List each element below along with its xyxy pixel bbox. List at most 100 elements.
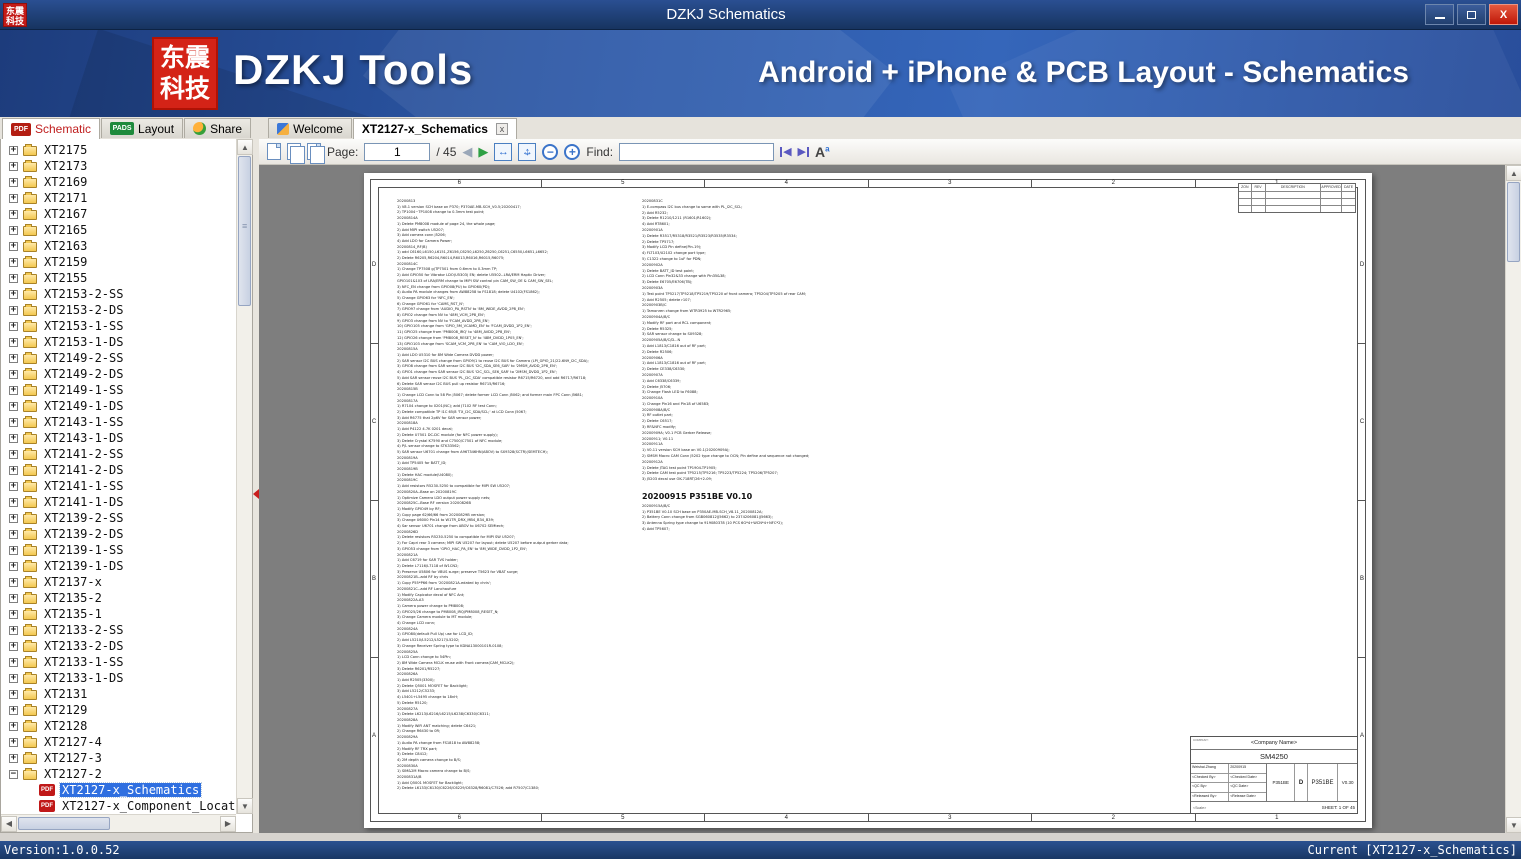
viewer-vertical-scrollbar[interactable]: ▲ ▼ [1505,165,1521,833]
page-number-input[interactable] [364,142,431,161]
previous-page-icon[interactable]: ◀ [462,145,472,158]
sidebar-folder-item[interactable]: + XT2128 [1,718,236,734]
scroll-right-icon[interactable]: ▶ [220,815,236,832]
scroll-up-icon[interactable]: ▲ [237,139,253,155]
expand-toggle-icon[interactable]: + [9,385,18,395]
expand-toggle-icon[interactable]: + [9,705,18,715]
expand-toggle-icon[interactable]: + [9,657,18,667]
expand-toggle-icon[interactable]: + [9,497,18,507]
expand-toggle-icon[interactable]: + [9,689,18,699]
expand-toggle-icon[interactable]: + [9,257,18,267]
scroll-down-icon[interactable]: ▼ [237,798,253,814]
fit-page-icon[interactable]: ↔ ↕ [518,142,537,161]
find-input[interactable] [619,142,775,161]
sidebar-folder-item[interactable]: + XT2133-2-SS [1,622,236,638]
pdf-viewer-canvas[interactable]: 654321 654321 DCBA DCBA 202008131) V8.1 … [259,165,1521,833]
expand-toggle-icon[interactable]: + [9,337,18,347]
find-previous-icon[interactable]: ◀ [780,145,792,158]
scroll-down-icon[interactable]: ▼ [1506,817,1521,833]
expand-toggle-icon[interactable]: + [9,721,18,731]
facing-pages-view-icon[interactable] [287,143,305,164]
sidebar-folder-item[interactable]: + XT2153-2-SS [1,286,236,302]
sidebar-folder-item[interactable]: + XT2135-1 [1,606,236,622]
expand-toggle-icon[interactable]: + [9,545,18,555]
pdf-page[interactable]: 654321 654321 DCBA DCBA 202008131) V8.1 … [364,173,1372,828]
sidebar-folder-item[interactable]: + XT2141-1-SS [1,478,236,494]
expand-toggle-icon[interactable]: + [9,289,18,299]
sidebar-folder-item[interactable]: + XT2141-2-DS [1,462,236,478]
expand-toggle-icon[interactable]: + [9,209,18,219]
expand-toggle-icon[interactable]: + [9,177,18,187]
sidebar-folder-item[interactable]: − XT2127-2 [1,766,236,782]
expand-toggle-icon[interactable]: + [9,753,18,763]
sidebar-folder-item[interactable]: + XT2153-1-SS [1,318,236,334]
sidebar-folder-item[interactable]: + XT2133-1-DS [1,670,236,686]
sidebar-folder-item[interactable]: + XT2153-1-DS [1,334,236,350]
expand-toggle-icon[interactable]: + [9,241,18,251]
sidebar-folder-item[interactable]: + XT2159 [1,254,236,270]
sidebar-document-item[interactable]: PDF XT2127-x_Component_Locati [1,798,236,814]
sidebar-folder-item[interactable]: + XT2127-3 [1,750,236,766]
expand-toggle-icon[interactable]: + [9,513,18,523]
sidebar-folder-item[interactable]: + XT2165 [1,222,236,238]
expand-toggle-icon[interactable]: + [9,369,18,379]
scrollbar-thumb[interactable] [18,817,110,830]
sidebar-folder-item[interactable]: + XT2149-2-DS [1,366,236,382]
sidebar-vertical-scrollbar[interactable]: ▲ ▼ [236,139,253,814]
expand-toggle-icon[interactable]: + [9,145,18,155]
expand-toggle-icon[interactable]: + [9,417,18,427]
minimize-button[interactable] [1425,4,1454,25]
scroll-left-icon[interactable]: ◀ [1,815,17,832]
sidebar-folder-item[interactable]: + XT2155 [1,270,236,286]
sidebar-folder-item[interactable]: + XT2167 [1,206,236,222]
expand-toggle-icon[interactable]: + [9,561,18,571]
close-button[interactable]: X [1489,4,1518,25]
sidebar-folder-item[interactable]: + XT2175 [1,142,236,158]
expand-toggle-icon[interactable]: + [9,577,18,587]
sidebar-folder-item[interactable]: + XT2143-1-DS [1,430,236,446]
sidebar-folder-item[interactable]: + XT2131 [1,686,236,702]
sidebar-document-item[interactable]: PDF XT2127-x_Schematics [1,782,236,798]
maximize-button[interactable] [1457,4,1486,25]
expand-toggle-icon[interactable]: + [9,305,18,315]
expand-toggle-icon[interactable]: + [9,641,18,651]
sidebar-folder-item[interactable]: + XT2127-4 [1,734,236,750]
expand-toggle-icon[interactable]: + [9,609,18,619]
next-page-icon[interactable]: ▶ [478,145,488,158]
tab-layout[interactable]: PADS Layout [101,118,184,138]
continuous-view-icon[interactable] [307,143,325,164]
sidebar-folder-item[interactable]: + XT2171 [1,190,236,206]
sidebar-folder-item[interactable]: + XT2133-2-DS [1,638,236,654]
sidebar-folder-item[interactable]: + XT2137-x [1,574,236,590]
sidebar-folder-item[interactable]: + XT2143-1-SS [1,414,236,430]
tab-schematic[interactable]: PDF Schematic [2,118,101,139]
expand-toggle-icon[interactable]: + [9,625,18,635]
close-tab-icon[interactable]: x [495,123,508,135]
sidebar-folder-item[interactable]: + XT2153-2-DS [1,302,236,318]
sidebar-folder-item[interactable]: + XT2149-1-SS [1,382,236,398]
tab-document-xt2127[interactable]: XT2127-x_Schematics x [352,118,517,139]
sidebar-folder-item[interactable]: + XT2135-2 [1,590,236,606]
expand-toggle-icon[interactable]: + [9,529,18,539]
scrollbar-thumb[interactable] [238,156,251,306]
zoom-in-icon[interactable]: + [564,143,581,160]
tab-share[interactable]: Share [184,118,252,138]
sidebar-folder-item[interactable]: + XT2129 [1,702,236,718]
sidebar-folder-item[interactable]: + XT2139-1-DS [1,558,236,574]
expand-toggle-icon[interactable]: + [9,449,18,459]
expand-toggle-icon[interactable]: + [9,593,18,603]
expand-toggle-icon[interactable]: + [9,737,18,747]
sidebar-folder-item[interactable]: + XT2141-2-SS [1,446,236,462]
single-page-view-icon[interactable] [267,143,281,160]
zoom-out-icon[interactable]: − [542,143,559,160]
sidebar-folder-item[interactable]: + XT2149-1-DS [1,398,236,414]
fit-width-icon[interactable]: ↔ [494,142,513,161]
expand-toggle-icon[interactable]: + [9,433,18,443]
expand-toggle-icon[interactable]: + [9,193,18,203]
expand-toggle-icon[interactable]: + [9,673,18,683]
expand-toggle-icon[interactable]: + [9,273,18,283]
sidebar-horizontal-scrollbar[interactable]: ◀ ▶ [1,814,236,832]
sidebar-folder-item[interactable]: + XT2133-1-SS [1,654,236,670]
expand-toggle-icon[interactable]: + [9,225,18,235]
sidebar-folder-item[interactable]: + XT2163 [1,238,236,254]
